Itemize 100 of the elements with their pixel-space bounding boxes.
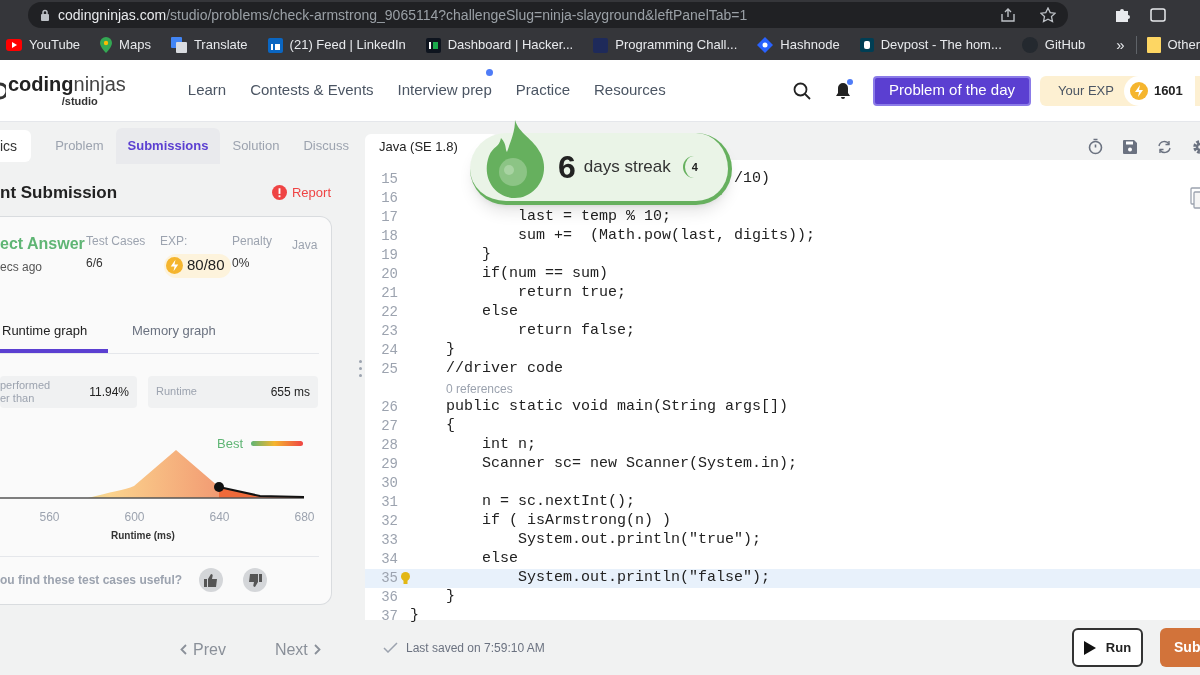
metric-value: 11.94% bbox=[89, 383, 129, 401]
exp-badge[interactable]: Your EXP 1601 bbox=[1040, 75, 1200, 106]
more-bookmarks[interactable]: » bbox=[1116, 33, 1125, 57]
timer-icon[interactable] bbox=[1088, 138, 1103, 155]
streak-label: days streak bbox=[583, 156, 671, 179]
line-number: 17 bbox=[380, 208, 399, 227]
code-text: /10) bbox=[734, 169, 770, 190]
bookmark[interactable]: YouTube bbox=[6, 35, 81, 55]
puzzle-icon[interactable] bbox=[1114, 7, 1130, 23]
bookmark[interactable]: (21) Feed | LinkedIn bbox=[267, 35, 406, 55]
streak-ring: 4 bbox=[682, 156, 705, 178]
bookmark[interactable]: Translate bbox=[170, 35, 248, 55]
code-text: sum += (Math.pow(last, digits)); bbox=[518, 226, 816, 247]
line-number: 16 bbox=[380, 189, 399, 208]
line-number: 27 bbox=[380, 417, 399, 436]
thumbs-down-button[interactable] bbox=[243, 568, 268, 593]
thumbs-down-icon bbox=[248, 573, 263, 587]
thumbs-up-icon bbox=[204, 573, 219, 587]
bookmark[interactable]: GitHub bbox=[1021, 35, 1086, 55]
metric-label: Runtime bbox=[156, 385, 197, 398]
feedback-question: ou find these test cases useful? bbox=[0, 572, 183, 590]
line-number: 28 bbox=[380, 436, 399, 455]
axis-tick: 640 bbox=[208, 508, 231, 526]
bookmark[interactable]: Devpost - The hom... bbox=[859, 35, 1002, 55]
line-number: 15 bbox=[380, 170, 399, 189]
nav-link[interactable]: Resources bbox=[594, 67, 666, 114]
code-text: Scanner sc= new Scanner(System.in); bbox=[482, 454, 798, 475]
search-icon[interactable] bbox=[793, 81, 812, 100]
square-icon bbox=[859, 38, 874, 52]
line-number: 31 bbox=[380, 493, 399, 512]
line-number: 30 bbox=[380, 474, 399, 493]
line-number: 20 bbox=[380, 265, 399, 284]
stat-label: EXP: bbox=[160, 232, 188, 250]
legend-gradient bbox=[251, 440, 303, 446]
code-text: if(num == sum) bbox=[482, 264, 609, 285]
thumbs-up-button[interactable] bbox=[199, 568, 224, 593]
save-icon[interactable] bbox=[1123, 139, 1137, 154]
line-number: 29 bbox=[380, 455, 399, 474]
panel-switch[interactable]: ics bbox=[0, 130, 32, 162]
submission-time: ecs ago bbox=[0, 258, 44, 276]
refresh-icon[interactable] bbox=[1157, 139, 1172, 154]
code-text: int n; bbox=[482, 435, 536, 456]
result-status: ect Answer bbox=[0, 233, 86, 254]
lock-icon bbox=[40, 9, 50, 21]
address-bar[interactable]: codingninjas.com/studio/problems/check-armstrong_9065114?challengeSlug=ninja-slayground&leftPanelTab=1 bbox=[28, 2, 1068, 28]
bookmark[interactable]: Dashboard | Hacker... bbox=[425, 35, 574, 55]
bookmark[interactable]: Maps bbox=[100, 35, 151, 55]
line-number: 35 bbox=[380, 569, 399, 588]
lightning-icon bbox=[166, 257, 183, 274]
bell-icon[interactable] bbox=[835, 81, 852, 100]
pin-icon bbox=[100, 37, 113, 53]
square-icon bbox=[267, 37, 283, 53]
stat-value: 0% bbox=[232, 254, 250, 272]
nav-link[interactable]: Contests & Events bbox=[250, 67, 374, 114]
play-icon bbox=[6, 39, 22, 51]
bookmark-folder[interactable]: Other bbox=[1147, 35, 1200, 55]
problem-of-the-day-button[interactable]: Problem of the day bbox=[873, 75, 1031, 106]
code-text: return true; bbox=[518, 283, 627, 304]
nav-link[interactable]: Interview prep bbox=[397, 67, 492, 114]
metric-label: performed er than bbox=[0, 378, 51, 405]
line-number: 24 bbox=[380, 341, 399, 360]
bookmark[interactable]: Programming Chall... bbox=[593, 35, 738, 55]
line-number: 25 bbox=[380, 360, 399, 379]
stat-label: Test Cases bbox=[86, 232, 146, 250]
line-number: 26 bbox=[380, 398, 399, 417]
play-icon bbox=[1083, 640, 1096, 655]
line-number: 19 bbox=[380, 246, 399, 265]
stat-label: Penalty bbox=[232, 232, 273, 250]
code-text: //driver code bbox=[446, 359, 564, 380]
line-number: 33 bbox=[380, 531, 399, 550]
streak-count: 6 bbox=[558, 148, 576, 187]
bookmark[interactable]: Hashnode bbox=[757, 35, 840, 55]
check-icon bbox=[383, 642, 398, 653]
run-button[interactable]: Run bbox=[1072, 628, 1143, 667]
exp-label: Your EXP bbox=[1058, 81, 1114, 100]
nav-link[interactable]: Learn bbox=[187, 67, 227, 114]
graph-tab[interactable]: Memory graph bbox=[108, 312, 228, 353]
code-text: n = sc.nextInt(); bbox=[482, 492, 636, 513]
panel-tab[interactable]: Submissions bbox=[115, 128, 221, 164]
chevron-right-icon bbox=[313, 644, 321, 655]
panel-title: nt Submission bbox=[0, 182, 118, 204]
share-icon[interactable] bbox=[1000, 8, 1016, 22]
code-text: else bbox=[482, 302, 518, 323]
url-text: codingninjas.com/studio/problems/check-armstrong_9065114?challengeSlug=ninja-slayground&leftPanelTab=1 bbox=[58, 5, 748, 25]
exp-value: 1601 bbox=[1153, 81, 1183, 100]
graph-tab[interactable]: Runtime graph bbox=[0, 312, 108, 353]
nav-link[interactable]: Practice bbox=[515, 67, 570, 114]
square-icon bbox=[425, 37, 441, 53]
star-icon[interactable] bbox=[1040, 7, 1056, 23]
code-text: return false; bbox=[518, 321, 636, 342]
line-number: 21 bbox=[380, 284, 399, 303]
axis-title: Runtime (ms) bbox=[111, 528, 175, 543]
stat-value: 6/6 bbox=[86, 254, 103, 272]
code-text: } bbox=[410, 606, 419, 627]
line-number: 36 bbox=[380, 588, 399, 607]
code-text: if ( isArmstrong(n) ) bbox=[482, 511, 672, 532]
metric-value: 655 ms bbox=[270, 383, 310, 401]
lightning-icon bbox=[1129, 81, 1148, 100]
code-text: else bbox=[482, 549, 518, 570]
code-text: } bbox=[446, 340, 455, 361]
